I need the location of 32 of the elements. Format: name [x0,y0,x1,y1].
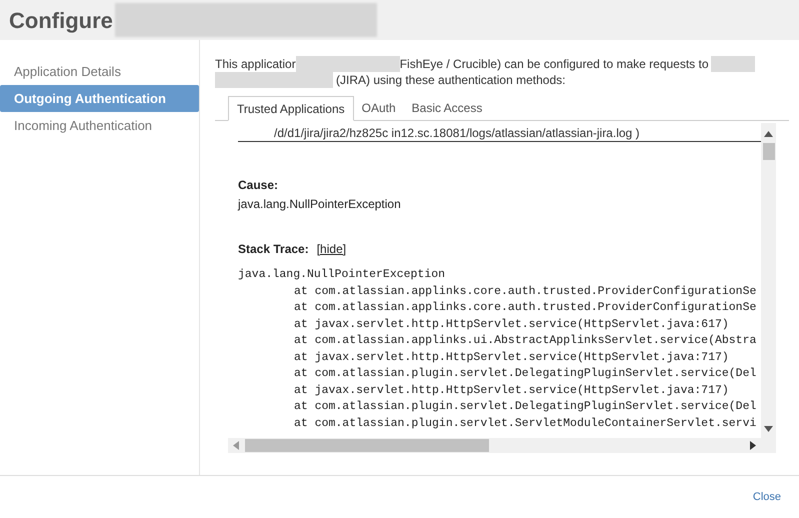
scroll-left-icon[interactable] [233,441,239,450]
stack-trace-line: at javax.servlet.http.HttpServlet.service(HttpServlet.java:717) [293,350,730,366]
log-path-text: /d/d1/jira/jira2/hz825c in12.sc.18081/logs/atlassian/atlassian-jira.log ) [238,127,761,142]
scrollbar-thumb[interactable] [762,143,774,160]
hide-link[interactable]: [hide] [316,240,346,258]
intro-text: This applicatior [215,57,296,71]
stack-trace-line: java.lang.NullPointerException [238,267,446,283]
stack-trace-line: at javax.servlet.http.HttpServlet.service(HttpServlet.java:717) [293,382,730,398]
tab[interactable]: Trusted Applications [228,96,354,121]
cause-text: java.lang.NullPointerException [238,196,402,213]
redacted-text [710,56,755,72]
sidebar-item[interactable]: Application Details [0,58,199,85]
scroll-right-icon[interactable] [750,441,756,450]
stack-trace-line: at com.atlassian.plugin.servlet.DelegatingPluginServlet.service(Del [293,366,758,382]
intro-text: FishEye / Crucible) can be configured to make requests to [400,57,709,71]
sidebar-item[interactable]: Incoming Authentication [0,112,199,139]
stack-trace-line: at com.atlassian.plugin.servlet.DelegatingPluginServlet.service(Del [293,399,758,415]
intro-text: (JIRA) using these authentication methods: [336,73,566,87]
stack-trace-label: Stack Trace: [238,241,309,258]
stack-trace-line: at javax.servlet.http.HttpServlet.service(HttpServlet.java:617) [293,316,730,332]
tab[interactable]: Basic Access [404,96,490,120]
scrollbar-thumb[interactable] [245,439,489,452]
dialog-title: Configure [9,6,113,35]
scroll-down-icon[interactable] [764,426,773,432]
stack-trace-line: at com.atlassian.plugin.servlet.ServletModuleContainerServlet.servi [293,416,758,432]
scroll-up-icon[interactable] [764,131,773,137]
close-link[interactable]: Close [752,488,781,506]
cause-label: Cause: [238,177,280,194]
stack-trace-line: at com.atlassian.applinks.core.auth.trusted.ProviderConfigurationSe [293,284,758,300]
stack-trace-line: at com.atlassian.applinks.core.auth.trusted.ProviderConfigurationSe [293,300,758,316]
stack-trace-line: at com.atlassian.applinks.ui.AbstractApplinksServlet.service(Abstra [293,333,758,349]
tab[interactable]: OAuth [354,96,404,120]
